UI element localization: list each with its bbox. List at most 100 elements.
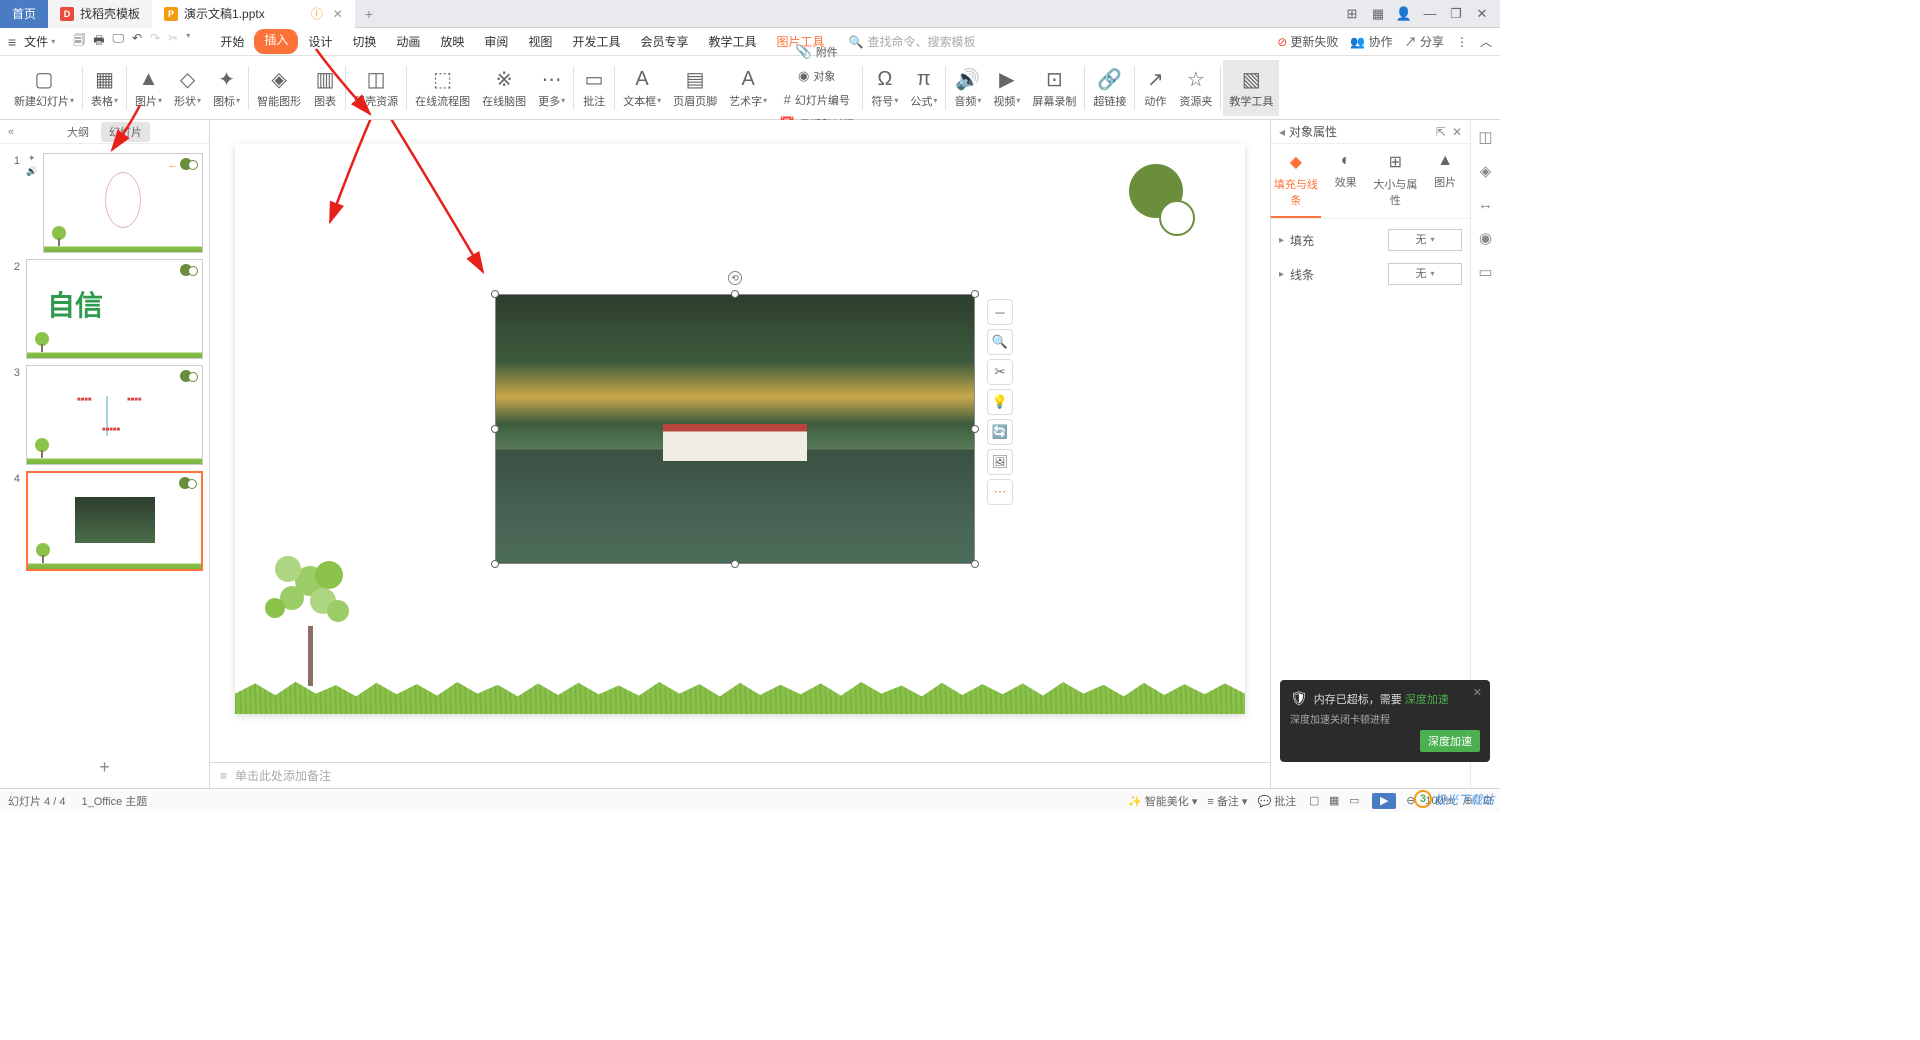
- play-button[interactable]: ▶: [1372, 793, 1396, 809]
- line-select[interactable]: 无▾: [1388, 263, 1462, 285]
- ribbon-形状[interactable]: ◇形状▾: [168, 60, 207, 116]
- menu-tab-insert[interactable]: 插入: [254, 29, 298, 54]
- img-tool-replace[interactable]: 🔄: [987, 419, 1013, 445]
- ribbon-超链接[interactable]: 🔗超链接: [1087, 60, 1132, 116]
- sidebar-tool-4[interactable]: ◉: [1479, 229, 1492, 247]
- more-menu-icon[interactable]: ⋮: [1456, 35, 1468, 49]
- collab-button[interactable]: 👥 协作: [1350, 33, 1392, 50]
- slide-thumbnail-4[interactable]: 4: [0, 468, 209, 574]
- accelerate-button[interactable]: 深度加速: [1420, 730, 1480, 752]
- ribbon-在线流程图[interactable]: ⬚在线流程图: [409, 60, 476, 116]
- sidebar-tool-5[interactable]: ▭: [1478, 263, 1492, 281]
- ribbon-视频[interactable]: ▶视频▾: [987, 60, 1026, 116]
- hamburger-icon[interactable]: ≡: [8, 34, 16, 50]
- expand-icon[interactable]: ▸: [1279, 269, 1284, 280]
- resize-handle-ml[interactable]: [491, 425, 499, 433]
- comments-toggle[interactable]: 💬 批注: [1257, 793, 1296, 809]
- reading-view-icon[interactable]: ▭: [1346, 794, 1362, 807]
- ribbon-图片[interactable]: ▲图片▾: [129, 60, 168, 116]
- menu-tab-start[interactable]: 开始: [210, 29, 254, 54]
- ribbon-智能图形[interactable]: ◈智能图形: [251, 60, 307, 116]
- collapse-panel-icon[interactable]: «: [8, 126, 14, 138]
- close-icon[interactable]: ✕: [333, 7, 343, 21]
- ribbon-符号[interactable]: Ω符号▾: [865, 60, 904, 116]
- ribbon-公式[interactable]: π公式▾: [904, 60, 943, 116]
- img-tool-export[interactable]: 🖼: [987, 449, 1013, 475]
- tab-home[interactable]: 首页: [0, 0, 48, 28]
- resize-handle-br[interactable]: [971, 560, 979, 568]
- menu-tab-transition[interactable]: 切换: [342, 29, 386, 54]
- rotate-handle[interactable]: ⟲: [728, 271, 742, 285]
- img-tool-zoom-in[interactable]: 🔍: [987, 329, 1013, 355]
- slide-thumbnail-1[interactable]: 1✦🔊←: [0, 150, 209, 256]
- tab-document[interactable]: P 演示文稿1.pptx ⓘ ✕: [152, 0, 355, 28]
- update-failed[interactable]: ⊘更新失败: [1277, 33, 1338, 50]
- sidebar-tool-1[interactable]: ◫: [1478, 128, 1492, 146]
- ribbon-屏幕录制[interactable]: ⊡屏幕录制: [1026, 60, 1082, 116]
- close-button[interactable]: ✕: [1470, 6, 1494, 22]
- menu-tab-review[interactable]: 审阅: [474, 29, 518, 54]
- ribbon-资源夹[interactable]: ☆资源夹: [1173, 60, 1218, 116]
- save-icon[interactable]: 🗐: [73, 31, 85, 52]
- ribbon-页眉页脚[interactable]: ▤页眉页脚: [667, 60, 723, 116]
- img-tool-zoom-out[interactable]: －: [987, 299, 1013, 325]
- maximize-button[interactable]: ❐: [1444, 6, 1468, 22]
- add-slide-button[interactable]: +: [0, 747, 209, 788]
- ribbon-更多[interactable]: ⋯更多▾: [532, 60, 571, 116]
- ribbon-图标[interactable]: ✦图标▾: [207, 60, 246, 116]
- prop-tab-effect[interactable]: ◐效果: [1321, 144, 1371, 218]
- command-search[interactable]: 🔍 查找命令、搜索模板: [849, 33, 976, 50]
- expand-icon[interactable]: ▸: [1279, 235, 1284, 246]
- ribbon-动作[interactable]: ↗动作: [1137, 60, 1173, 116]
- normal-view-icon[interactable]: ▢: [1306, 794, 1322, 807]
- ribbon-文本框[interactable]: A文本框▾: [617, 60, 667, 116]
- panel-close-icon[interactable]: ✕: [1452, 125, 1462, 139]
- outline-tab[interactable]: 大纲: [59, 122, 97, 142]
- resize-handle-tm[interactable]: [731, 290, 739, 298]
- slides-tab[interactable]: 幻灯片: [101, 122, 150, 142]
- fill-select[interactable]: 无▾: [1388, 229, 1462, 251]
- redo-icon[interactable]: ↷: [150, 31, 160, 52]
- menu-tab-animation[interactable]: 动画: [386, 29, 430, 54]
- slide-thumbnail-2[interactable]: 2自信: [0, 256, 209, 362]
- file-menu[interactable]: 文件▾: [24, 33, 55, 50]
- notes-bar[interactable]: ≡ 单击此处添加备注: [210, 762, 1270, 788]
- ribbon-对象[interactable]: ◉对象: [773, 66, 860, 86]
- resize-handle-tr[interactable]: [971, 290, 979, 298]
- menu-tab-teaching[interactable]: 教学工具: [698, 29, 766, 54]
- user-avatar[interactable]: 👤: [1392, 6, 1416, 22]
- ribbon-稻壳资源[interactable]: ◫稻壳资源: [348, 60, 404, 116]
- ribbon-附件[interactable]: 📎附件: [773, 42, 860, 62]
- print-icon[interactable]: 🖶: [93, 31, 104, 52]
- ribbon-表格[interactable]: ▦表格▾: [85, 60, 124, 116]
- selected-image[interactable]: ⟲: [495, 294, 975, 564]
- undo-icon[interactable]: ↶: [132, 31, 142, 52]
- ribbon-在线脑图[interactable]: ※在线脑图: [476, 60, 532, 116]
- img-tool-crop[interactable]: ✂: [987, 359, 1013, 385]
- ribbon-幻灯片编号[interactable]: #幻灯片编号: [773, 90, 860, 110]
- notes-toggle[interactable]: ≡ 备注 ▾: [1207, 793, 1247, 809]
- sorter-view-icon[interactable]: ▦: [1326, 794, 1342, 807]
- prop-tab-size[interactable]: ⊞大小与属性: [1371, 144, 1421, 218]
- minimize-button[interactable]: —: [1418, 6, 1442, 21]
- prop-tab-picture[interactable]: ▲图片: [1420, 144, 1470, 218]
- img-tool-more[interactable]: ⋯: [987, 479, 1013, 505]
- resize-handle-tl[interactable]: [491, 290, 499, 298]
- img-tool-idea[interactable]: 💡: [987, 389, 1013, 415]
- resize-handle-bl[interactable]: [491, 560, 499, 568]
- grid-icon[interactable]: ▦: [1366, 6, 1390, 22]
- cut-icon[interactable]: ✂: [168, 31, 178, 52]
- menu-tab-view[interactable]: 视图: [518, 29, 562, 54]
- slide-canvas[interactable]: ⟲ － 🔍 ✂ 💡 🔄 🖼 ⋯: [235, 144, 1245, 714]
- ribbon-音频[interactable]: 🔊音频▾: [948, 60, 987, 116]
- panel-back-icon[interactable]: ◂: [1279, 125, 1285, 139]
- ribbon-新建幻灯片[interactable]: ▢新建幻灯片▾: [8, 60, 80, 116]
- tab-template[interactable]: D 找稻壳模板: [48, 0, 152, 28]
- layout-icon[interactable]: ⊞: [1340, 6, 1364, 22]
- menu-tab-slideshow[interactable]: 放映: [430, 29, 474, 54]
- ribbon-教学工具[interactable]: ▧教学工具: [1223, 60, 1279, 116]
- sidebar-tool-2[interactable]: ◈: [1480, 162, 1492, 180]
- prop-tab-fill[interactable]: ◆填充与线条: [1271, 144, 1321, 218]
- resize-handle-mr[interactable]: [971, 425, 979, 433]
- ribbon-批注[interactable]: ▭批注: [576, 60, 612, 116]
